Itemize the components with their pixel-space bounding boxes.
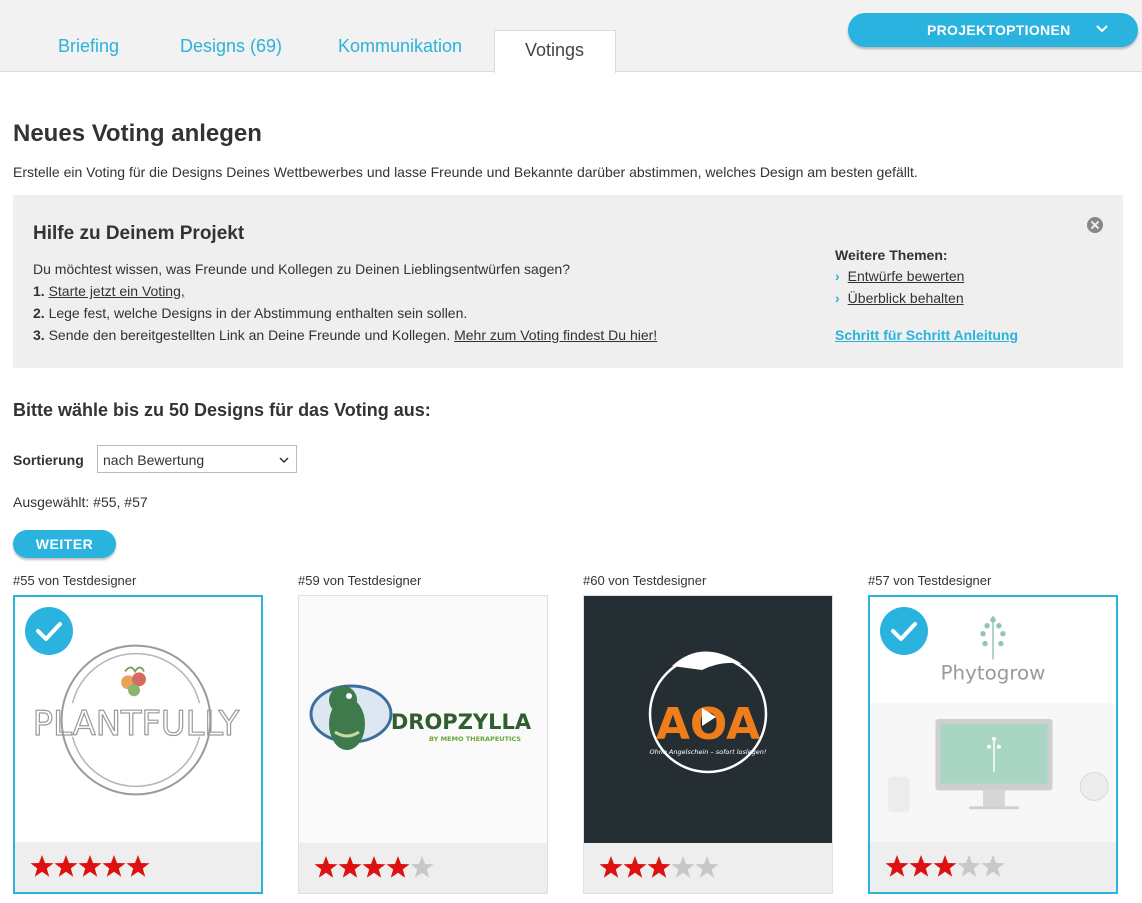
selected-check-icon[interactable] bbox=[880, 607, 928, 655]
tab-briefing[interactable]: Briefing bbox=[58, 36, 119, 57]
help-question: Du möchtest wissen, was Freunde und Koll… bbox=[33, 261, 570, 277]
star-icon bbox=[362, 856, 386, 878]
project-options-label: PROJEKTOPTIONEN bbox=[927, 22, 1071, 38]
more-topic-item[interactable]: › Entwürfe bewerten bbox=[835, 268, 964, 284]
close-icon[interactable] bbox=[1087, 217, 1103, 233]
chevron-down-icon bbox=[279, 457, 289, 464]
star-icon bbox=[54, 855, 78, 877]
help-box: Hilfe zu Deinem Projekt Du möchtest wiss… bbox=[13, 195, 1123, 368]
step-text: Sende den bereitgestellten Link an Deine… bbox=[48, 327, 451, 343]
sort-select-value: nach Bewertung bbox=[103, 452, 205, 468]
design-card-60[interactable]: AOA Ohne Angelschein – sofort loslegen! bbox=[583, 595, 833, 894]
star-icon bbox=[314, 856, 338, 878]
more-topics-title: Weitere Themen: bbox=[835, 247, 948, 263]
design-caption: #55 von Testdesigner bbox=[13, 573, 137, 588]
step-number: 3. bbox=[33, 327, 45, 343]
chevron-right-icon: › bbox=[835, 290, 840, 306]
star-icon bbox=[957, 855, 981, 877]
start-voting-link[interactable]: Starte jetzt ein Voting, bbox=[49, 283, 185, 299]
sort-select[interactable]: nach Bewertung bbox=[97, 445, 297, 473]
design-image: AOA Ohne Angelschein – sofort loslegen! bbox=[584, 596, 832, 843]
star-icon bbox=[102, 855, 126, 877]
star-icon bbox=[126, 855, 150, 877]
chevron-down-icon bbox=[1096, 25, 1108, 33]
star-icon bbox=[410, 856, 434, 878]
selected-check-icon[interactable] bbox=[25, 607, 73, 655]
logo-wordmark: AOA bbox=[656, 699, 760, 750]
sort-label: Sortierung bbox=[13, 452, 84, 468]
rating-stars bbox=[584, 843, 832, 893]
tab-votings[interactable]: Votings bbox=[494, 30, 616, 73]
star-icon bbox=[30, 855, 54, 877]
star-icon bbox=[695, 856, 719, 878]
star-icon bbox=[909, 855, 933, 877]
logo-wordmark: Phytogrow bbox=[941, 661, 1046, 684]
rating-stars bbox=[15, 842, 261, 892]
design-image: DROPZYLLA BY MEMO THERAPEUTICS bbox=[299, 596, 547, 843]
weiter-button[interactable]: WEITER bbox=[13, 530, 116, 558]
star-icon bbox=[671, 856, 695, 878]
star-icon bbox=[78, 855, 102, 877]
design-caption: #57 von Testdesigner bbox=[868, 573, 992, 588]
star-icon bbox=[623, 856, 647, 878]
star-icon bbox=[599, 856, 623, 878]
star-icon bbox=[981, 855, 1005, 877]
more-topic-item[interactable]: › Überblick behalten bbox=[835, 290, 964, 306]
help-step-1: 1. Starte jetzt ein Voting, bbox=[33, 283, 185, 299]
step-number: 1. bbox=[33, 283, 45, 299]
step-by-step-guide-link[interactable]: Schritt für Schritt Anleitung bbox=[835, 327, 1018, 343]
pick-designs-heading: Bitte wähle bis zu 50 Designs für das Vo… bbox=[13, 400, 431, 420]
logo-subline: BY MEMO THERAPEUTICS bbox=[429, 735, 521, 743]
selected-designs-text: Ausgewählt: #55, #57 bbox=[13, 494, 148, 510]
help-step-3: 3. Sende den bereitgestellten Link an De… bbox=[33, 327, 657, 343]
star-icon bbox=[647, 856, 671, 878]
star-icon bbox=[885, 855, 909, 877]
logo-wordmark: DROPZYLLA bbox=[391, 710, 532, 734]
logo-wordmark: PLANTFULLY bbox=[33, 704, 240, 743]
page-title: Neues Voting anlegen bbox=[13, 120, 262, 147]
star-icon bbox=[338, 856, 362, 878]
more-voting-link[interactable]: Mehr zum Voting findest Du hier! bbox=[454, 327, 657, 343]
design-caption: #60 von Testdesigner bbox=[583, 573, 707, 588]
rating-stars bbox=[870, 842, 1116, 892]
design-caption: #59 von Testdesigner bbox=[298, 573, 422, 588]
rating-stars bbox=[299, 843, 547, 893]
tab-kommunikation[interactable]: Kommunikation bbox=[338, 36, 462, 57]
step-text: Lege fest, welche Designs in der Abstimm… bbox=[48, 305, 468, 321]
design-card-55[interactable]: PLANTFULLY bbox=[13, 595, 263, 894]
intro-text: Erstelle ein Voting für die Designs Dein… bbox=[13, 164, 918, 180]
help-title: Hilfe zu Deinem Projekt bbox=[33, 223, 245, 244]
help-step-2: 2. Lege fest, welche Designs in der Abst… bbox=[33, 305, 467, 321]
chevron-right-icon: › bbox=[835, 268, 840, 284]
star-icon bbox=[386, 856, 410, 878]
design-card-57[interactable]: Phytogrow bbox=[868, 595, 1118, 894]
star-icon bbox=[933, 855, 957, 877]
tab-designs[interactable]: Designs (69) bbox=[180, 36, 282, 57]
project-options-button[interactable]: PROJEKTOPTIONEN bbox=[848, 13, 1138, 47]
step-number: 2. bbox=[33, 305, 45, 321]
design-card-59[interactable]: DROPZYLLA BY MEMO THERAPEUTICS bbox=[298, 595, 548, 894]
more-topic-link[interactable]: Überblick behalten bbox=[848, 290, 964, 306]
logo-subline: Ohne Angelschein – sofort loslegen! bbox=[649, 748, 766, 756]
more-topic-link[interactable]: Entwürfe bewerten bbox=[848, 268, 965, 284]
